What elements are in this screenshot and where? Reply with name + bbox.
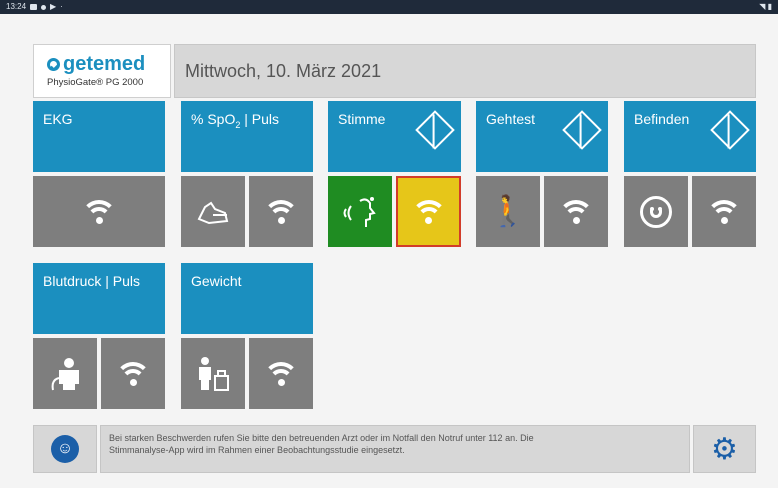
wellbeing-button[interactable]: [624, 176, 688, 247]
notice-line-1: Bei starken Beschwerden rufen Sie bitte …: [109, 433, 534, 443]
tile-befinden-header[interactable]: Befinden: [624, 101, 756, 172]
brand-name: getemed: [63, 53, 146, 75]
scale-icon: [199, 356, 229, 391]
diamond-icon: [562, 110, 602, 150]
app-screen: getemed PhysioGate® PG 2000 Mittwoch, 10…: [0, 14, 778, 488]
spo2-transfer-button[interactable]: [249, 176, 313, 247]
tile-gewicht-header[interactable]: Gewicht: [181, 263, 313, 334]
blood-pressure-transfer-button[interactable]: [101, 338, 165, 409]
diamond-icon: [415, 110, 455, 150]
tile-ekg-label: EKG: [43, 111, 73, 127]
tile-spo2-header[interactable]: % SpO2 | Puls: [181, 101, 313, 172]
finger-clip-icon: [197, 201, 229, 224]
smiley-icon: [640, 195, 672, 228]
wifi-icon: [263, 199, 299, 224]
info-button[interactable]: ☺: [33, 425, 97, 473]
wifi-icon: [115, 361, 151, 386]
dot-icon: ·: [60, 2, 63, 11]
tile-gehtest-label: Gehtest: [486, 111, 536, 127]
weight-transfer-button[interactable]: [249, 338, 313, 409]
walk-test-button[interactable]: 🚶: [476, 176, 540, 247]
wifi-icon: [410, 199, 447, 224]
play-icon: ▶: [50, 2, 57, 11]
tile-stimme-header[interactable]: Stimme: [328, 101, 461, 172]
product-name: PhysioGate® PG 2000: [47, 77, 144, 88]
getemed-mark-icon: [47, 57, 60, 71]
wifi-icon: [558, 199, 594, 224]
walking-icon: 🚶: [489, 194, 527, 228]
gear-icon: ⚙: [711, 432, 738, 466]
settings-button[interactable]: ⚙: [693, 425, 756, 473]
ekg-transfer-button[interactable]: [33, 176, 165, 247]
diamond-icon: [710, 110, 750, 150]
tile-gehtest-header[interactable]: Gehtest: [476, 101, 608, 172]
tile-stimme-label: Stimme: [338, 111, 386, 127]
date-display: Mittwoch, 10. März 2021: [174, 44, 756, 98]
blood-pressure-button[interactable]: [33, 338, 97, 409]
voice-transfer-button[interactable]: [396, 176, 461, 247]
voice-icon: [343, 196, 376, 227]
notice-text: Bei starken Beschwerden rufen Sie bitte …: [100, 425, 690, 473]
notice-line-2: Stimmanalyse-App wird im Rahmen einer Be…: [109, 445, 405, 455]
tile-blutdruck-label: Blutdruck | Puls: [43, 273, 141, 289]
tile-befinden-label: Befinden: [634, 111, 690, 127]
spo2-measure-button[interactable]: [181, 176, 245, 247]
getemed-logo: getemed PhysioGate® PG 2000: [33, 44, 171, 98]
weight-measure-button[interactable]: [181, 338, 245, 409]
notification-dot-icon: [41, 4, 47, 10]
info-person-icon: ☺: [51, 435, 79, 463]
android-status-bar: 13:24 ▶ · ◥ ▮: [0, 0, 778, 14]
blood-pressure-icon: [51, 357, 79, 390]
voice-record-button[interactable]: [328, 176, 392, 247]
tile-gewicht-label: Gewicht: [191, 273, 242, 289]
wifi-icon: [706, 199, 742, 224]
tile-blutdruck-header[interactable]: Blutdruck | Puls: [33, 263, 165, 334]
system-icons: ◥ ▮: [759, 2, 772, 11]
wifi-icon: [81, 199, 117, 224]
wifi-icon: [263, 361, 299, 386]
status-time: 13:24: [6, 2, 27, 11]
wellbeing-transfer-button[interactable]: [692, 176, 756, 247]
tile-spo2-label: % SpO2 | Puls: [191, 111, 280, 130]
tile-ekg-header[interactable]: EKG: [33, 101, 165, 172]
walk-transfer-button[interactable]: [544, 176, 608, 247]
gallery-icon: [30, 4, 38, 10]
